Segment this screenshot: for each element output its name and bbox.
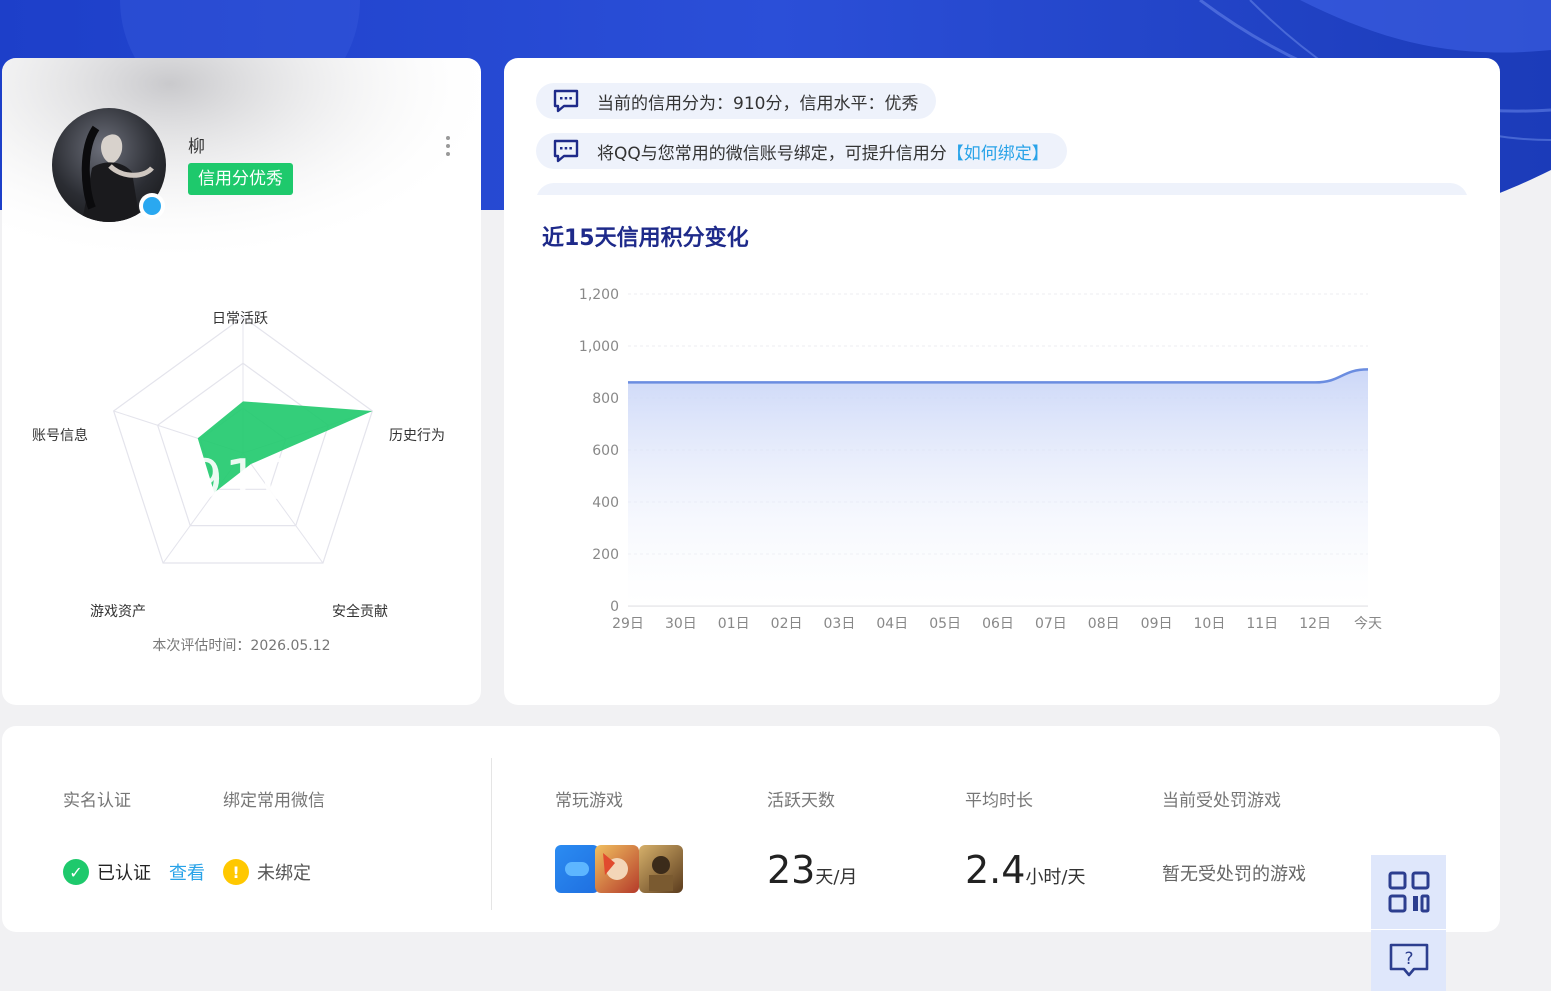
chart-series-line [628,368,1369,384]
games-label: 常玩游戏 [555,791,623,811]
active-days-unit: 天/月 [815,867,858,888]
chart-area-fill [628,369,1368,606]
punished-games-text: 暂无受处罚的游戏 [1162,864,1306,885]
qrcode-icon [1388,871,1429,913]
punished-games-label: 当前受处罚游戏 [1162,791,1281,811]
chart-y-tick-label: 400 [592,495,619,511]
game-center-icon[interactable] [555,845,599,893]
avg-duration-unit: 小时/天 [1025,867,1086,888]
chart-x-tick-label: 11日 [1246,616,1278,632]
evaluation-time: 本次评估时间：2026.05.12 [2,635,481,655]
realname-label: 实名认证 [63,791,131,811]
game-honor-of-kings-icon[interactable] [595,845,639,893]
active-days-value: 23天/月 [767,848,857,892]
credit-area-chart: 0 200 400 600 800 1,000 1,200 29日 30日 01日 02日 03日 0… [579,287,1382,632]
profile-card: 柳 信用分优秀 910 日常活跃 历史行为 安全贡献 游戏资产 账号信息 本次评… [2,58,481,705]
chart-y-tick-label: 200 [592,547,619,563]
notice-scroll-overflow [536,183,1468,195]
chart-x-tick-label: 01日 [718,616,750,632]
stats-divider [491,758,492,910]
realname-status: ✓ 已认证 查看 [63,859,205,885]
wechat-bind-label: 绑定常用微信 [223,791,325,811]
radar-label-security: 安全贡献 [332,604,388,620]
radar-label-game-assets: 游戏资产 [90,604,146,620]
chart-x-tick-label: 04日 [876,616,908,632]
chart-x-tick-label: 29日 [612,616,644,632]
avg-duration-value: 2.4小时/天 [965,848,1086,892]
avg-duration-label: 平均时长 [965,791,1033,811]
chart-y-tick-label: 1,000 [579,339,619,355]
radar-label-history: 历史行为 [389,428,445,444]
chart-y-tick-label: 1,200 [579,287,619,303]
chart-x-tick-label: 08日 [1088,616,1120,632]
view-realname-link[interactable]: 查看 [169,859,205,885]
qrcode-button[interactable] [1371,855,1446,929]
radar-chart: 910 日常活跃 历史行为 安全贡献 游戏资产 账号信息 [2,248,481,632]
notice-bind-wechat-text: 将QQ与您常用的微信账号绑定，可提升信用分 [597,143,947,164]
evaluation-time-label: 本次评估时间： [152,638,251,654]
chart-x-tick-label: 02日 [771,616,803,632]
svg-text:?: ? [1404,949,1413,969]
chart-x-tick-label: 今天 [1354,616,1382,632]
chart-title: 近15天信用积分变化 [542,226,749,251]
credit-chart-card: 当前的信用分为：910分，信用水平：优秀 将QQ与您常用的微信账号绑定，可提升信… [504,58,1500,705]
message-icon [553,89,579,113]
radar-label-daily-active: 日常活跃 [212,311,268,327]
active-days-label: 活跃天数 [767,791,835,811]
realname-status-text: 已认证 [97,863,151,884]
chart-x-tick-label: 30日 [665,616,697,632]
help-icon: ? [1389,943,1428,976]
chart-x-tick-label: 09日 [1141,616,1173,632]
notice-credit-score-text: 当前的信用分为：910分，信用水平：优秀 [597,93,919,114]
warning-icon: ! [223,859,249,885]
check-icon: ✓ [63,859,89,885]
qq-icon [139,193,165,219]
user-name: 柳 [188,137,205,157]
chart-x-tick-label: 10日 [1194,616,1226,632]
game-pubg-icon[interactable] [639,845,683,893]
chart-y-tick-label: 800 [592,391,619,407]
chart-x-tick-label: 07日 [1035,616,1067,632]
wechat-status-text: 未绑定 [257,863,311,884]
avg-duration-number: 2.4 [965,848,1026,892]
notice-credit-score: 当前的信用分为：910分，信用水平：优秀 [536,83,937,119]
notice-bind-wechat: 将QQ与您常用的微信账号绑定，可提升信用分 【如何绑定】 [536,133,1067,169]
chart-x-tick-label: 12日 [1299,616,1331,632]
chart-y-tick-label: 0 [610,599,619,615]
help-button[interactable]: ? [1371,930,1446,991]
radar-label-account-info: 账号信息 [32,428,88,444]
chart-x-tick-label: 05日 [929,616,961,632]
account-stats-card: 实名认证 绑定常用微信 ✓ 已认证 查看 ! 未绑定 常玩游戏 活跃天数 23天… [2,726,1500,932]
active-days-number: 23 [767,848,816,892]
evaluation-time-value: 2026.05.12 [250,638,331,654]
message-icon [553,139,579,163]
chart-x-tick-label: 03日 [824,616,856,632]
wechat-status: ! 未绑定 [223,859,311,885]
more-icon[interactable] [442,136,454,160]
chart-y-tick-label: 600 [592,443,619,459]
radar-score: 910 [188,448,297,511]
how-to-bind-link[interactable]: 【如何绑定】 [947,139,1049,164]
chart-x-tick-label: 06日 [982,616,1014,632]
credit-level-tag: 信用分优秀 [188,163,293,195]
